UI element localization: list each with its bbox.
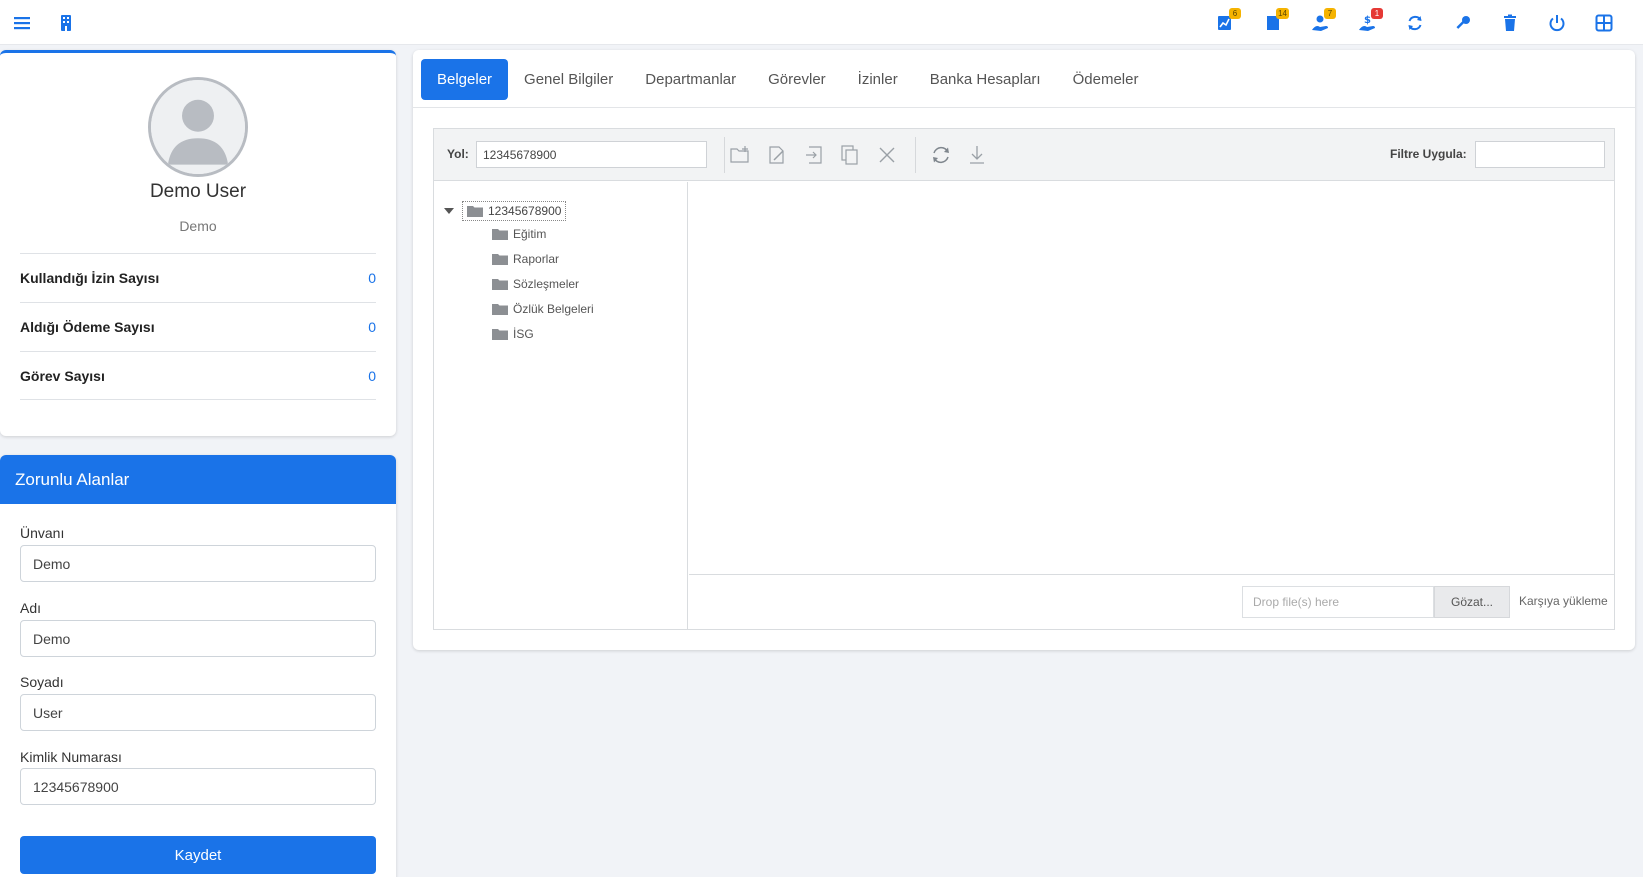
name-field-label: Adı	[20, 600, 42, 616]
trash-icon[interactable]	[1498, 11, 1522, 35]
stat-list: Kullandığı İzin Sayısı 0 Aldığı Ödeme Sa…	[20, 253, 376, 400]
leave-hand-icon[interactable]: 7	[1308, 8, 1336, 35]
stat-label: Kullandığı İzin Sayısı	[20, 270, 160, 286]
delete-icon[interactable]	[874, 142, 900, 168]
filter-label: Filtre Uygula:	[1390, 147, 1467, 161]
folder-icon	[467, 205, 483, 217]
tree-root[interactable]: 12345678900	[444, 201, 567, 221]
grid-icon[interactable]	[1592, 11, 1616, 35]
stat-value[interactable]: 0	[368, 270, 376, 286]
tree-item-label: Sözleşmeler	[513, 277, 580, 291]
tasks-badge: 6	[1229, 8, 1241, 19]
stat-row-payments: Aldığı Ödeme Sayısı 0	[20, 302, 376, 351]
menu-icon[interactable]	[10, 11, 34, 35]
path-input[interactable]	[476, 141, 707, 168]
required-fields-title: Zorunlu Alanlar	[0, 455, 396, 504]
profile-name: Demo User	[149, 181, 247, 202]
tree-root-node[interactable]: 12345678900	[462, 201, 567, 221]
rename-icon[interactable]	[764, 142, 790, 168]
tree-item[interactable]: Eğitim	[492, 227, 546, 241]
tree-item-label: Özlük Belgeleri	[513, 302, 594, 316]
stat-row-leaves: Kullandığı İzin Sayısı 0	[20, 253, 376, 302]
tab-bar: Belgeler Genel Bilgiler Departmanlar Gör…	[421, 59, 1154, 100]
toolbar-divider	[724, 137, 725, 173]
top-bar: 6 14 7 $ 1	[0, 0, 1643, 45]
save-button[interactable]: Kaydet	[20, 836, 376, 874]
folder-tree: 12345678900 Eğitim Raporlar Sözleşmeler …	[434, 182, 688, 629]
file-manager: Yol: Filtr	[433, 128, 1615, 630]
stat-label: Aldığı Ödeme Sayısı	[20, 319, 155, 335]
tree-item-label: Raporlar	[513, 252, 560, 266]
tab-divider	[413, 107, 1635, 108]
path-label: Yol:	[447, 147, 469, 161]
folder-icon	[492, 278, 508, 290]
profile-role: Demo	[179, 218, 217, 234]
avatar	[148, 77, 248, 177]
copy-icon[interactable]	[837, 142, 863, 168]
leaves-badge: 7	[1324, 8, 1336, 19]
surname-field[interactable]	[20, 694, 376, 731]
stat-row-tasks: Görev Sayısı 0	[20, 351, 376, 400]
folder-icon	[492, 328, 508, 340]
tab-general-info[interactable]: Genel Bilgiler	[508, 59, 629, 100]
profile-card: Demo User Demo Kullandığı İzin Sayısı 0 …	[0, 50, 396, 436]
new-folder-icon[interactable]	[727, 142, 753, 168]
filter-input[interactable]	[1475, 141, 1605, 168]
title-field-label: Ünvanı	[20, 525, 65, 541]
documents-badge: 14	[1276, 8, 1289, 19]
payments-badge: 1	[1371, 8, 1383, 19]
drop-zone[interactable]: Drop file(s) here	[1242, 586, 1434, 618]
stat-label: Görev Sayısı	[20, 367, 105, 384]
file-view: Drop file(s) here Gözat... Karşıya yükle…	[689, 182, 1614, 629]
upload-bar: Drop file(s) here Gözat... Karşıya yükle…	[689, 574, 1614, 629]
title-field[interactable]	[20, 545, 376, 582]
tab-payments[interactable]: Ödemeler	[1057, 59, 1155, 100]
tab-tasks[interactable]: Görevler	[752, 59, 842, 100]
download-icon[interactable]	[964, 142, 990, 168]
payment-hand-icon[interactable]: $ 1	[1355, 8, 1383, 35]
name-field[interactable]	[20, 620, 376, 657]
browse-button[interactable]: Gözat...	[1434, 586, 1510, 618]
refresh-icon[interactable]	[1403, 11, 1427, 35]
tree-item-label: İSG	[513, 327, 534, 341]
tree-item-label: Eğitim	[513, 227, 547, 241]
toolbar-divider	[915, 137, 916, 173]
required-fields-card: Zorunlu Alanlar Ünvanı Adı Soyadı Kimlik…	[0, 455, 396, 877]
id-number-field[interactable]	[20, 768, 376, 805]
tab-documents[interactable]: Belgeler	[421, 59, 509, 100]
main-card: Belgeler Genel Bilgiler Departmanlar Gör…	[413, 50, 1635, 650]
refresh-icon[interactable]	[928, 142, 954, 168]
svg-text:$: $	[1364, 15, 1371, 26]
folder-icon	[492, 253, 508, 265]
building-icon[interactable]	[54, 11, 78, 35]
file-manager-toolbar: Yol: Filtr	[434, 129, 1614, 181]
stat-value[interactable]: 0	[368, 368, 376, 384]
tasks-chart-icon[interactable]: 6	[1213, 8, 1241, 35]
stat-value[interactable]: 0	[368, 319, 376, 335]
id-number-field-label: Kimlik Numarası	[20, 749, 122, 765]
tree-item[interactable]: İSG	[492, 327, 534, 341]
tab-leaves[interactable]: İzinler	[842, 59, 914, 100]
folder-icon	[492, 303, 508, 315]
folder-icon	[492, 228, 508, 240]
collapse-caret-icon[interactable]	[444, 208, 454, 214]
tree-item[interactable]: Sözleşmeler	[492, 277, 579, 291]
tree-root-label: 12345678900	[488, 204, 562, 218]
tab-bank-accounts[interactable]: Banka Hesapları	[914, 59, 1057, 100]
upload-label[interactable]: Karşıya yükleme	[1519, 594, 1608, 608]
key-icon[interactable]	[1451, 11, 1475, 35]
power-icon[interactable]	[1545, 11, 1569, 35]
documents-icon[interactable]: 14	[1261, 8, 1289, 35]
tree-item[interactable]: Özlük Belgeleri	[492, 302, 594, 316]
move-icon[interactable]	[801, 142, 827, 168]
tab-departments[interactable]: Departmanlar	[629, 59, 752, 100]
tree-item[interactable]: Raporlar	[492, 252, 559, 266]
surname-field-label: Soyadı	[20, 674, 64, 690]
